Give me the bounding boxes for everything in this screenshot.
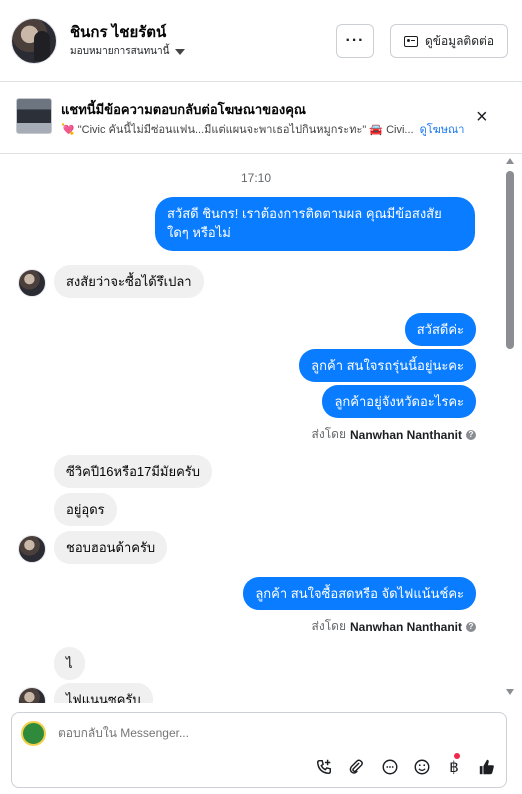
sent-by-prefix: ส่งโดย [311, 619, 346, 633]
sender-avatar [18, 687, 46, 703]
message-thread[interactable]: 17:10 สวัสดี ชินกร! เราต้องการติดตามผล ค… [0, 155, 522, 703]
sender-avatar [18, 269, 46, 297]
add-call-icon[interactable] [314, 757, 334, 777]
outgoing-message[interactable]: ลูกค้าอยู่จังหวัดอะไรคะ [322, 385, 476, 418]
sender-avatar [18, 535, 46, 563]
message-composer: ฿ [11, 712, 507, 788]
assign-conversation-dropdown[interactable]: มอบหมายการสนทนานี้ [70, 44, 186, 59]
message-timestamp: 17:10 [240, 171, 272, 185]
outgoing-message[interactable]: สวัสดี ชินกร! เราต้องการติดตามผล คุณมีข้… [155, 197, 475, 251]
more-options-button[interactable]: ··· [336, 24, 374, 58]
sent-by-label: ส่งโดย Nanwhan Nanthanit ? [312, 617, 476, 636]
close-icon[interactable]: × [476, 106, 488, 129]
chat-scrollbar[interactable] [505, 155, 515, 703]
outgoing-message[interactable]: ลูกค้า สนใจซื้อสดหรือ จัดไฟแน้นช์คะ [243, 577, 476, 610]
info-icon[interactable]: ? [466, 621, 476, 632]
notification-dot [454, 753, 460, 759]
conversation-header: ชินกร ไชยรัตน์ มอบหมายการสนทนานี้ ··· ดู… [0, 0, 522, 82]
view-ad-link[interactable]: ดูโฆษณา [420, 120, 465, 138]
ad-banner-title: แชทนี้มีข้อความตอบกลับต่อโฆษณาของคุณ [61, 102, 306, 117]
outgoing-message[interactable]: ลูกค้า สนใจรถรุ่นนี้อยู่นะคะ [299, 349, 476, 382]
scroll-up-icon[interactable] [506, 158, 514, 164]
saved-reply-icon[interactable] [380, 757, 400, 777]
like-icon[interactable] [477, 757, 497, 777]
attachment-icon[interactable] [346, 757, 366, 777]
incoming-message[interactable]: ชอบฮอนด้าครับ [54, 531, 168, 564]
sent-by-name: Nanwhan Nanthanit [349, 427, 462, 442]
view-contact-info-label: ดูข้อมูลติดต่อ [424, 33, 495, 48]
ad-caption: 💘 "Civic คันนี้ไม่มีซ่อนแฟน...มีแต่แผนจะ… [61, 124, 414, 136]
outgoing-message[interactable]: สวัสดีค่ะ [404, 313, 476, 346]
ad-thumbnail [16, 98, 52, 134]
message-text: ใดๆ หรือไม่ [167, 225, 231, 240]
contact-card-icon [403, 35, 418, 47]
incoming-message[interactable]: อยู่อุดร [54, 493, 117, 526]
emoji-icon[interactable] [412, 757, 432, 777]
assign-label: มอบหมายการสนทนานี้ [70, 46, 170, 57]
sent-by-label: ส่งโดย Nanwhan Nanthanit ? [312, 425, 476, 444]
incoming-message[interactable]: ไฟแนนซครับ [54, 683, 153, 703]
page-avatar [21, 721, 46, 746]
sent-by-prefix: ส่งโดย [311, 427, 346, 441]
chevron-down-icon [175, 48, 186, 55]
view-contact-info-button[interactable]: ดูข้อมูลติดต่อ [390, 24, 508, 58]
scrollbar-thumb[interactable] [506, 171, 514, 349]
payment-icon[interactable]: ฿ [444, 753, 464, 777]
incoming-message[interactable]: ไ [54, 647, 85, 680]
info-icon[interactable]: ? [466, 429, 476, 440]
incoming-message[interactable]: สงสัยว่าจะซื้อได้รึเปลา [54, 265, 204, 298]
sent-by-name: Nanwhan Nanthanit [349, 619, 462, 634]
message-text: สวัสดี ชินกร! เราต้องการติดตามผล คุณมีข้… [167, 206, 442, 221]
ad-banner-subtitle: 💘 "Civic คันนี้ไม่มีซ่อนแฟน...มีแต่แผนจะ… [61, 120, 464, 138]
contact-name[interactable]: ชินกร ไชยรัตน์ [70, 20, 166, 44]
reply-input[interactable] [58, 726, 458, 740]
ad-reply-banner: แชทนี้มีข้อความตอบกลับต่อโฆษณาของคุณ 💘 "… [0, 82, 522, 154]
scroll-down-icon[interactable] [506, 689, 514, 695]
contact-avatar[interactable] [11, 18, 57, 64]
incoming-message[interactable]: ซีวิคปี16หรือ17มีมัยครับ [54, 455, 213, 488]
